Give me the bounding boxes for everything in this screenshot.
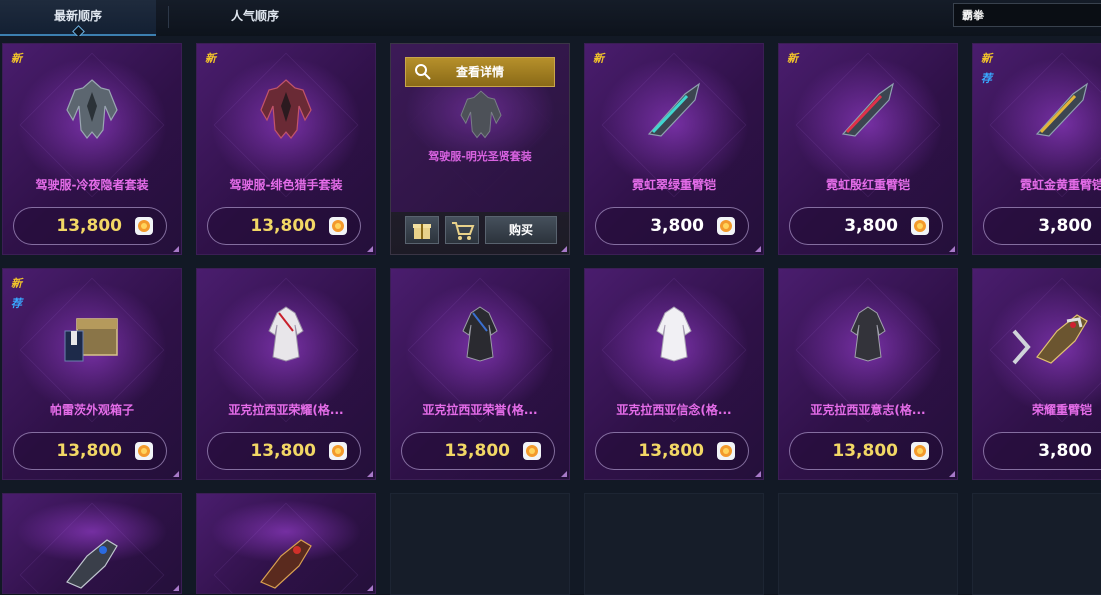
outfit-white-icon [656, 306, 692, 362]
item-card[interactable]: 亚克拉西亚荣誉(格... 13,800 [390, 268, 570, 480]
item-price: 13,800 [56, 216, 122, 236]
item-card[interactable]: 新 霓虹翠绿重臂铠 3,800 [584, 43, 764, 255]
currency-icon [911, 217, 929, 235]
magnifier-icon [415, 64, 431, 80]
price-box: 13,800 [13, 207, 167, 245]
gauntlet-icon [1036, 314, 1088, 364]
heavy-arm-red-icon [841, 82, 894, 137]
item-name: 驾驶服-绯色猎手套装 [229, 178, 343, 192]
item-name: 霓虹金黄重臂铠 [1019, 178, 1101, 192]
armor-suit-light-icon [460, 90, 502, 139]
item-card[interactable]: 亚克拉西亚荣耀(格... 13,800 [196, 268, 376, 480]
currency-icon [911, 442, 929, 460]
currency-icon [329, 442, 347, 460]
cart-button[interactable] [445, 216, 479, 244]
item-price: 13,800 [444, 441, 510, 461]
new-badge: 新 [205, 52, 216, 65]
recommend-badge: 荐 [11, 297, 22, 310]
recommend-badge: 荐 [981, 72, 992, 85]
item-price: 3,800 [844, 216, 898, 236]
outfit-white-icon [268, 306, 304, 362]
heavy-arm-green-icon [647, 82, 700, 137]
price-box: 3,800 [983, 207, 1101, 245]
price-box: 13,800 [595, 432, 749, 470]
search-input[interactable]: 霸拳 [953, 3, 1101, 27]
item-price: 3,800 [1038, 216, 1092, 236]
armor-suit-dark-icon [66, 79, 118, 139]
empty-slot [972, 493, 1101, 595]
item-name: 亚克拉西亚信念(格... [616, 403, 732, 417]
heavy-arm-gold-icon [1035, 82, 1088, 137]
empty-slot [390, 493, 570, 595]
item-name: 驾驶服-冷夜隐者套装 [35, 178, 149, 192]
item-price: 13,800 [250, 216, 316, 236]
item-name: 亚克拉西亚荣誉(格... [422, 403, 538, 417]
item-card[interactable]: 新 驾驶服-冷夜隐者套装 13,800 [2, 43, 182, 255]
item-card[interactable]: 亚克拉西亚信念(格... 13,800 [584, 268, 764, 480]
outfit-black-icon [850, 306, 886, 362]
empty-slot [584, 493, 764, 595]
item-price: 13,800 [250, 441, 316, 461]
currency-icon [135, 217, 153, 235]
currency-icon [329, 217, 347, 235]
item-card[interactable]: 亚克拉西亚意志(格... 13,800 [778, 268, 958, 480]
price-box: 13,800 [13, 432, 167, 470]
item-card[interactable]: 新 驾驶服-绯色猎手套装 13,800 [196, 43, 376, 255]
item-price: 13,800 [832, 441, 898, 461]
gauntlet-blue-icon [66, 539, 118, 589]
tab-divider [168, 6, 169, 28]
new-badge: 新 [11, 277, 22, 290]
item-card[interactable]: 新 霓虹殷红重臂铠 3,800 [778, 43, 958, 255]
price-box: 13,800 [207, 207, 361, 245]
new-badge: 新 [787, 52, 798, 65]
price-box: 13,800 [789, 432, 943, 470]
tab-newest[interactable]: 最新顺序 [0, 0, 156, 36]
view-details-button[interactable]: 查看详情 [405, 57, 555, 87]
item-name: 霓虹殷红重臂铠 [825, 178, 910, 192]
price-box: 3,800 [789, 207, 943, 245]
view-details-label: 查看详情 [455, 65, 504, 79]
empty-slot [778, 493, 958, 595]
gift-icon [413, 224, 431, 239]
next-page-arrow-icon[interactable] [1008, 327, 1034, 367]
item-card[interactable]: 新 荐 霓虹金黄重臂铠 3,800 [972, 43, 1101, 255]
price-box: 13,800 [207, 432, 361, 470]
top-bar: 最新顺序 人气顺序 霸拳 [0, 0, 1101, 37]
price-box: 3,800 [595, 207, 749, 245]
item-price: 13,800 [56, 441, 122, 461]
item-name: 荣耀重臂铠 [1031, 403, 1092, 417]
tab-popularity[interactable]: 人气顺序 [180, 0, 330, 34]
currency-icon [523, 442, 541, 460]
gauntlet-red-icon [260, 539, 312, 589]
price-box: 3,800 [983, 432, 1101, 470]
item-name: 霓虹翠绿重臂铠 [631, 178, 716, 192]
price-box: 13,800 [401, 432, 555, 470]
outfit-black-icon [462, 306, 498, 362]
currency-icon [135, 442, 153, 460]
item-card[interactable]: 新 荐 帕雷茨外观箱子 13,800 [2, 268, 182, 480]
item-name: 帕雷茨外观箱子 [49, 403, 134, 417]
item-name: 驾驶服-明光圣贤套装 [428, 150, 532, 163]
new-badge: 新 [981, 52, 992, 65]
appearance-chest-icon [64, 318, 118, 362]
buy-button[interactable]: 购买 [485, 216, 557, 244]
armor-suit-red-icon [260, 79, 312, 139]
item-card-hovered[interactable]: 查看详情 驾驶服-明光圣贤套装 购买 [390, 43, 570, 255]
item-name: 亚克拉西亚荣耀(格... [228, 403, 344, 417]
new-badge: 新 [11, 52, 22, 65]
item-price: 3,800 [650, 216, 704, 236]
gift-button[interactable] [405, 216, 439, 244]
item-name: 亚克拉西亚意志(格... [810, 403, 926, 417]
item-card[interactable]: 荣耀重臂铠 3,800 [972, 268, 1101, 480]
currency-icon [717, 442, 735, 460]
item-card[interactable] [196, 493, 376, 594]
cart-icon [452, 222, 475, 240]
item-price: 13,800 [638, 441, 704, 461]
item-card[interactable] [2, 493, 182, 594]
item-price: 3,800 [1038, 441, 1092, 461]
new-badge: 新 [593, 52, 604, 65]
currency-icon [717, 217, 735, 235]
